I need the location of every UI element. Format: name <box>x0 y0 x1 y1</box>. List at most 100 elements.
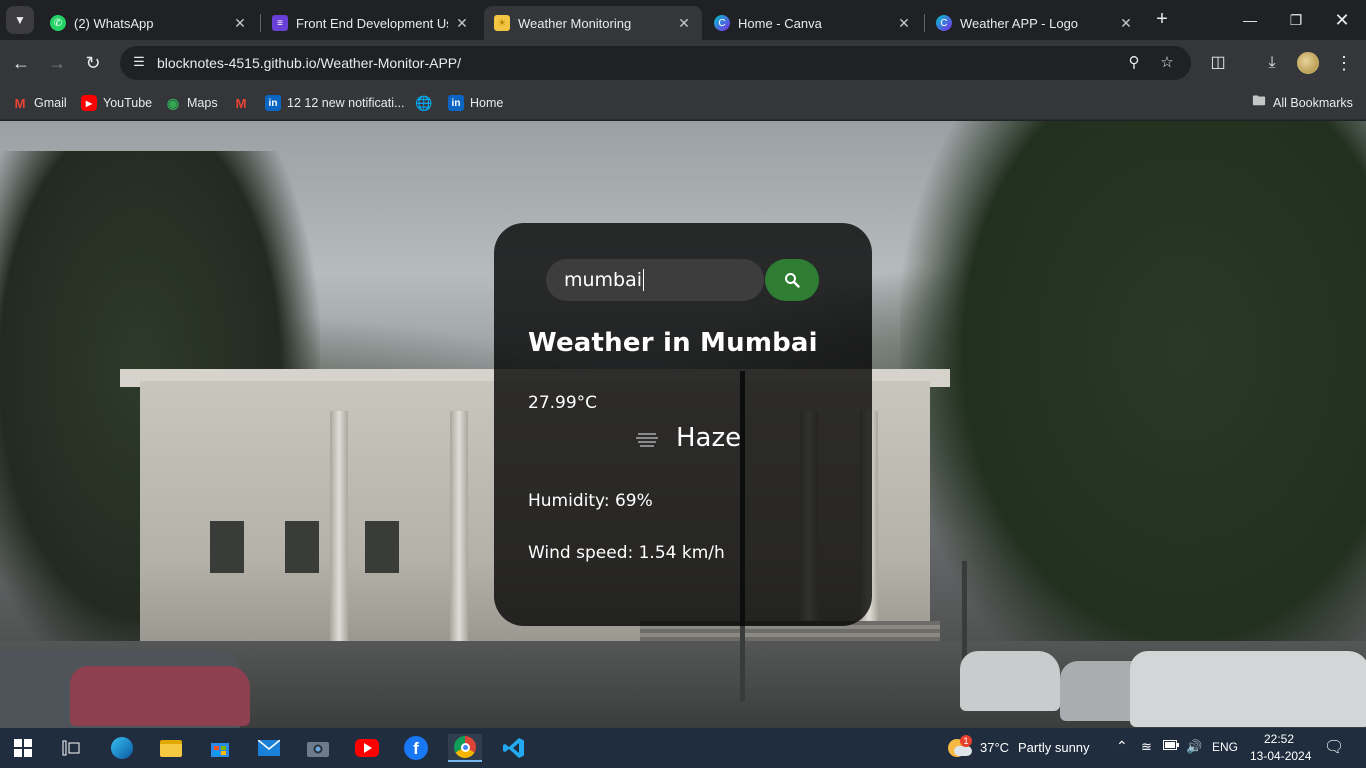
bookmark-label: 12 12 new notificati... <box>287 96 405 110</box>
tab-title: Home - Canva <box>738 15 822 31</box>
reload-icon[interactable]: ↻ <box>80 50 106 76</box>
weather-card: mumbai Weather in Mumbai 27.99°C Haze Hu… <box>494 223 872 626</box>
wind-speed: Wind speed: 1.54 km/h <box>528 543 725 563</box>
address-bar[interactable]: ☰ blocknotes-4515.github.io/Weather-Moni… <box>120 46 1191 80</box>
gmail-icon: M <box>14 95 26 111</box>
background-tree-right <box>900 121 1366 721</box>
bookmark-label: Gmail <box>34 96 67 110</box>
youtube-icon: ▶ <box>81 95 97 111</box>
building-window <box>365 521 399 573</box>
building-column <box>330 411 348 641</box>
vscode-icon[interactable] <box>497 734 531 762</box>
city-search-input[interactable]: mumbai <box>546 259 764 301</box>
bookmark-gmail-2[interactable]: M <box>233 93 255 113</box>
close-icon[interactable]: ✕ <box>1118 15 1134 32</box>
taskbar: f 1 37°C Partly sunny ⌃ ≊ 🔊 ENG 22:52 13… <box>0 728 1366 768</box>
text-caret <box>643 269 645 291</box>
bookmark-linkedin-notifications[interactable]: in 12 12 new notificati... <box>265 93 404 113</box>
forward-icon[interactable]: → <box>44 50 70 76</box>
clock-date[interactable]: 13-04-2024 <box>1250 749 1311 763</box>
extensions-icon[interactable]: ◫ <box>1207 52 1229 74</box>
weather-widget-icon[interactable]: 1 <box>946 735 972 759</box>
weather-condition: Haze <box>676 423 742 453</box>
site-info-icon[interactable]: ☰ <box>130 54 148 72</box>
maps-icon: ◉ <box>166 94 180 111</box>
tab-weather-monitoring[interactable]: ☀ Weather Monitoring ✕ <box>484 6 702 40</box>
clock-time[interactable]: 22:52 <box>1264 732 1294 746</box>
tab-separator <box>924 14 925 32</box>
page-viewport: mumbai Weather in Mumbai 27.99°C Haze Hu… <box>0 121 1366 728</box>
facebook-icon[interactable]: f <box>399 734 433 762</box>
profile-avatar[interactable] <box>1297 52 1319 74</box>
notifications-icon[interactable]: 🗨 <box>1324 737 1344 757</box>
canva-icon: C <box>714 15 730 31</box>
close-window-icon[interactable]: ✕ <box>1330 8 1354 32</box>
battery-icon[interactable] <box>1163 738 1179 753</box>
restore-icon[interactable]: ❐ <box>1284 8 1308 32</box>
building-window <box>210 521 244 573</box>
bookmarks-bar: M Gmail ▶ YouTube ◉ Maps M in 12 12 new … <box>0 86 1366 120</box>
tab-front-end-development[interactable]: ≡ Front End Development Usin ✕ <box>262 6 480 40</box>
back-icon[interactable]: ← <box>8 50 34 76</box>
menu-icon[interactable]: ⋮ <box>1333 52 1355 74</box>
tab-title: Weather APP - Logo <box>960 15 1079 31</box>
bookmark-linkedin-home[interactable]: in Home <box>448 93 503 113</box>
bookmark-gmail[interactable]: M Gmail <box>12 93 67 113</box>
zoom-icon[interactable]: ⚲ <box>1124 53 1144 73</box>
chevron-up-icon[interactable]: ⌃ <box>1116 738 1128 755</box>
volume-icon[interactable]: 🔊 <box>1186 739 1202 755</box>
building-column <box>450 411 468 641</box>
taskbar-weather-desc[interactable]: Partly sunny <box>1018 740 1090 755</box>
file-explorer-icon[interactable] <box>154 734 188 762</box>
chevron-down-icon: ▼ <box>14 13 26 27</box>
temperature: 27.99°C <box>528 393 598 413</box>
url-text[interactable]: blocknotes-4515.github.io/Weather-Monito… <box>157 55 461 71</box>
tab-separator <box>260 14 261 32</box>
globe-icon: 🌐 <box>415 94 433 111</box>
linkedin-icon: in <box>265 95 281 111</box>
mail-icon[interactable] <box>252 734 286 762</box>
tab-title: Weather Monitoring <box>518 15 632 31</box>
tab-weather-app-logo[interactable]: C Weather APP - Logo ✕ <box>926 6 1144 40</box>
camera-icon[interactable] <box>301 734 335 762</box>
tab-search-button[interactable]: ▼ <box>6 6 34 34</box>
car <box>960 651 1060 711</box>
bookmark-globe[interactable]: 🌐 <box>415 93 438 113</box>
weather-heading: Weather in Mumbai <box>528 328 818 358</box>
car <box>70 666 250 726</box>
all-bookmarks[interactable]: 🖿 All Bookmarks <box>1251 93 1352 113</box>
humidity: Humidity: 69% <box>528 491 653 511</box>
close-icon[interactable]: ✕ <box>454 15 470 32</box>
close-icon[interactable]: ✕ <box>896 15 912 32</box>
edge-icon[interactable] <box>105 734 139 762</box>
tab-strip: ▼ ✆ (2) WhatsApp ✕ ≡ Front End Developme… <box>0 0 1366 40</box>
new-tab-button[interactable]: + <box>1150 8 1174 32</box>
search-button[interactable] <box>765 259 819 301</box>
star-icon[interactable]: ☆ <box>1157 53 1177 73</box>
wifi-icon[interactable]: ≊ <box>1141 739 1152 755</box>
task-view-icon[interactable] <box>54 734 88 762</box>
chrome-icon[interactable] <box>448 734 482 762</box>
language-indicator[interactable]: ENG <box>1212 740 1238 754</box>
microsoft-store-icon[interactable] <box>203 734 237 762</box>
download-icon[interactable]: ⤓ <box>1261 52 1283 74</box>
tab-whatsapp[interactable]: ✆ (2) WhatsApp ✕ <box>40 6 258 40</box>
car <box>1130 651 1366 727</box>
bookmark-maps[interactable]: ◉ Maps <box>165 93 218 113</box>
bookmark-label: Home <box>470 96 504 110</box>
taskbar-weather-temp[interactable]: 37°C <box>980 740 1009 755</box>
whatsapp-icon: ✆ <box>50 15 66 31</box>
browser-toolbar: ← → ↻ ☰ blocknotes-4515.github.io/Weathe… <box>0 40 1366 86</box>
close-icon[interactable]: ✕ <box>232 15 248 32</box>
bookmark-label: Maps <box>187 96 218 110</box>
youtube-app-icon[interactable] <box>350 734 384 762</box>
gmail-icon: M <box>235 95 247 111</box>
tab-home-canva[interactable]: C Home - Canva ✕ <box>704 6 922 40</box>
list-icon: ≡ <box>272 15 288 31</box>
close-icon[interactable]: ✕ <box>676 15 692 32</box>
minimize-icon[interactable]: — <box>1238 8 1262 32</box>
bookmark-youtube[interactable]: ▶ YouTube <box>81 93 152 113</box>
sun-icon: ☀ <box>494 15 510 31</box>
windows-start-icon[interactable] <box>6 734 40 762</box>
tab-title: Front End Development Usin <box>296 15 448 31</box>
